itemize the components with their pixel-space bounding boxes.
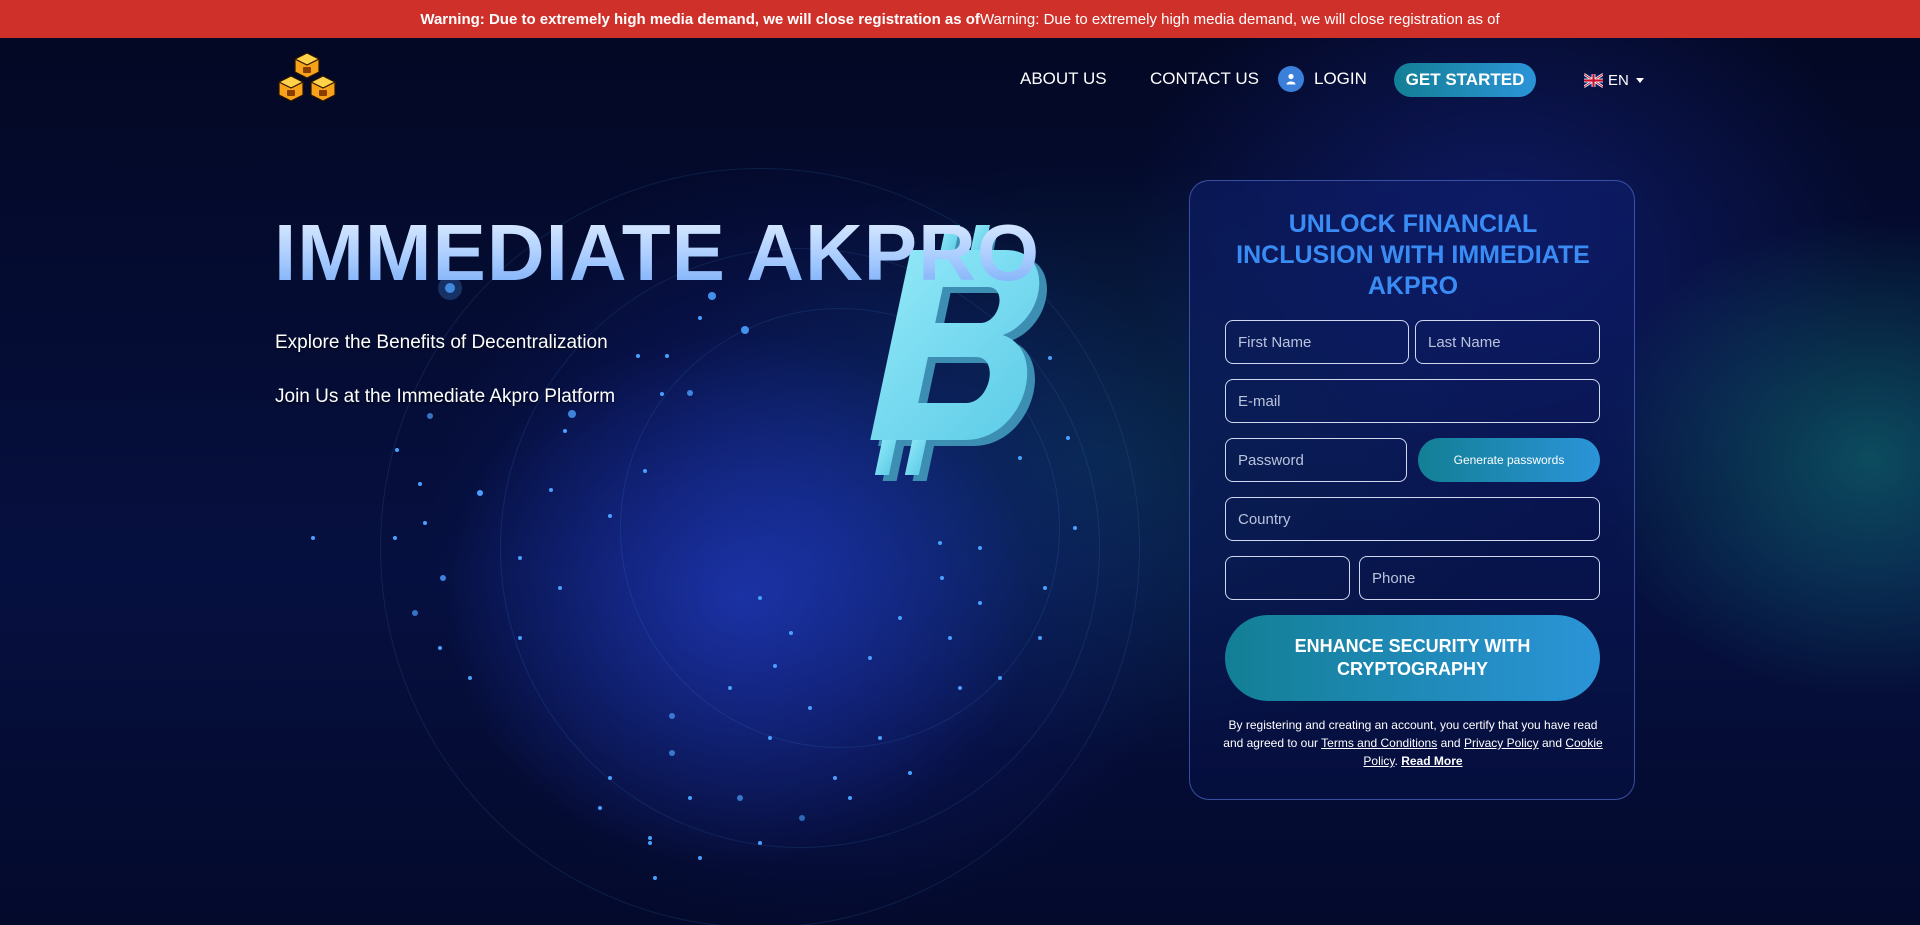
nav-contact[interactable]: CONTACT US [1150, 62, 1259, 96]
legal-and-2: and [1541, 736, 1562, 750]
form-title: UNLOCK FINANCIAL INCLUSION WITH IMMEDIAT… [1236, 210, 1590, 300]
hero-tagline-2: Join Us at the Immediate Akpro Platform [275, 386, 616, 407]
registration-form: UNLOCK FINANCIAL INCLUSION WITH IMMEDIAT… [1189, 180, 1635, 800]
legal-period: . [1394, 754, 1398, 768]
read-more-link[interactable]: Read More [1401, 754, 1462, 768]
warning-text: Warning: Due to extremely high media dem… [979, 10, 1500, 28]
submit-button[interactable]: ENHANCE SECURITY WITH CRYPTOGRAPHY [1225, 615, 1600, 701]
language-selector[interactable]: EN [1584, 72, 1644, 89]
terms-link[interactable]: Terms and Conditions [1321, 736, 1437, 750]
phone-input[interactable] [1359, 556, 1600, 600]
generate-password-button[interactable]: Generate passwords [1418, 438, 1600, 482]
warning-banner: Warning: Due to extremely high media dem… [0, 0, 1920, 38]
hero-title: IMMEDIATE AKPRO [274, 208, 1041, 297]
uk-flag-icon [1584, 73, 1603, 88]
country-input[interactable] [1225, 497, 1600, 541]
nav-about[interactable]: ABOUT US [1020, 62, 1107, 96]
last-name-input[interactable] [1415, 320, 1600, 364]
about-us-link[interactable]: ABOUT US [1020, 69, 1107, 89]
legal-and-1: and [1440, 736, 1461, 750]
legal-notice: By registering and creating an account, … [1220, 716, 1606, 770]
privacy-link[interactable]: Privacy Policy [1464, 736, 1539, 750]
contact-us-link[interactable]: CONTACT US [1150, 69, 1259, 89]
cube-logo-icon [277, 52, 337, 102]
user-icon [1278, 66, 1304, 92]
language-label: EN [1608, 72, 1629, 89]
password-input[interactable] [1225, 438, 1407, 482]
email-input[interactable] [1225, 379, 1600, 423]
login-link[interactable]: LOGIN [1278, 66, 1367, 92]
caret-down-icon [1635, 78, 1644, 83]
get-started-button[interactable]: GET STARTED [1394, 63, 1536, 97]
phone-code-input[interactable] [1225, 556, 1350, 600]
first-name-input[interactable] [1225, 320, 1409, 364]
warning-text-bold: Warning: Due to extremely high media dem… [420, 10, 980, 28]
login-label[interactable]: LOGIN [1314, 69, 1367, 89]
hero-tagline-1: Explore the Benefits of Decentralization [275, 332, 608, 353]
